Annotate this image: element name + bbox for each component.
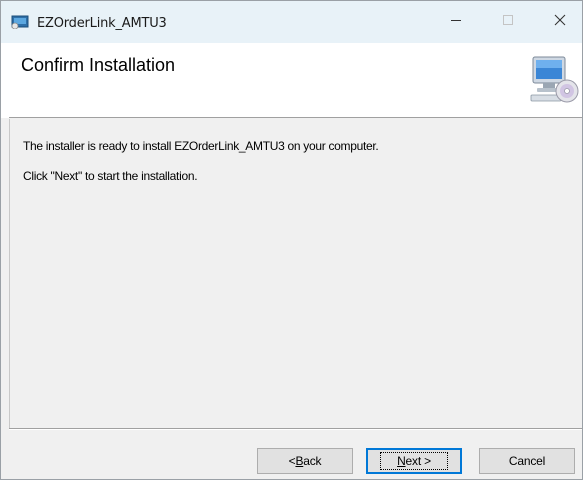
next-label-mnemonic: N xyxy=(397,454,406,468)
back-label-mnemonic: B xyxy=(295,454,304,468)
minimize-icon xyxy=(450,13,462,31)
installer-app-icon xyxy=(11,15,29,30)
cancel-label: Cancel xyxy=(508,454,546,468)
next-instruction: Click "Next" to start the installation. xyxy=(23,169,198,183)
back-button[interactable]: < Back xyxy=(257,448,353,474)
maximize-icon xyxy=(502,13,514,31)
cancel-button[interactable]: Cancel xyxy=(479,448,575,474)
banner-edge xyxy=(1,43,9,118)
close-icon xyxy=(553,13,567,32)
back-label-rest: ack xyxy=(303,454,322,468)
close-button[interactable] xyxy=(537,1,583,43)
back-label-prefix: < xyxy=(288,454,296,468)
window-title: EZOrderLink_AMTU3 xyxy=(37,16,167,31)
next-button[interactable]: Next > xyxy=(366,448,462,474)
installer-window: EZOrderLink_AMTU3 Confirm Installation T… xyxy=(0,0,583,480)
next-focus-rect: Next > xyxy=(380,452,448,470)
next-label-rest: ext > xyxy=(405,454,432,468)
minimize-button[interactable] xyxy=(433,1,479,43)
footer-divider xyxy=(9,428,582,430)
title-bar[interactable]: EZOrderLink_AMTU3 xyxy=(1,1,582,43)
page-title: Confirm Installation xyxy=(21,55,176,75)
content-area: The installer is ready to install EZOrde… xyxy=(9,119,582,427)
header-banner: Confirm Installation xyxy=(9,43,582,118)
ready-message: The installer is ready to install EZOrde… xyxy=(23,139,379,153)
computer-cd-icon xyxy=(529,51,579,107)
maximize-button xyxy=(485,1,531,43)
